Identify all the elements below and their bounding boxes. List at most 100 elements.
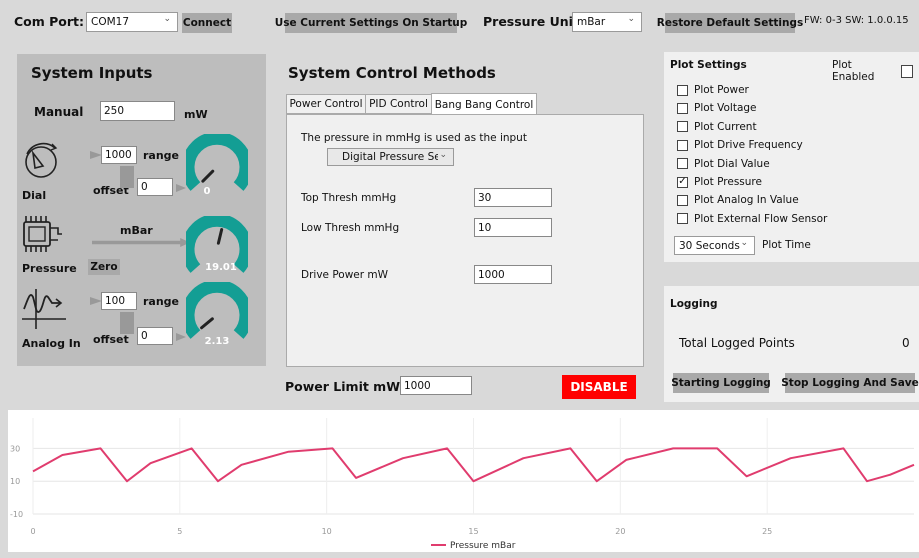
- plot-option-row[interactable]: Plot Voltage: [677, 102, 757, 114]
- plot-option-checkbox[interactable]: [677, 158, 688, 170]
- tab-bang-bang-control[interactable]: Bang Bang Control: [431, 93, 537, 115]
- input-description: The pressure in mmHg is used as the inpu…: [301, 132, 527, 144]
- tab-pid-control[interactable]: PID Control: [365, 94, 432, 114]
- chart-plot-area: 30 10 -10 0 5 10 15 20 25 Pressure mBar: [10, 418, 915, 551]
- legend-label: Pressure mBar: [450, 541, 516, 551]
- start-logging-button[interactable]: Starting Logging: [671, 373, 771, 393]
- plot-enabled-toggle[interactable]: Plot Enabled: [832, 59, 919, 83]
- disable-button[interactable]: DISABLE: [562, 375, 636, 399]
- plot-option-row[interactable]: ✓ Plot Pressure: [677, 176, 762, 188]
- plot-option-label: Plot Power: [694, 84, 749, 96]
- plot-option-row[interactable]: Plot Analog In Value: [677, 194, 799, 206]
- pressure-gauge: [186, 216, 248, 273]
- connect-button[interactable]: Connect: [182, 13, 232, 33]
- analog-range-label: range: [143, 295, 180, 308]
- plot-enabled-label: Plot Enabled: [832, 59, 875, 83]
- plot-settings-title: Plot Settings: [670, 59, 747, 71]
- plot-option-label: Plot Current: [694, 120, 757, 133]
- chevron-down-icon: ⌄: [163, 14, 171, 24]
- plot-option-checkbox[interactable]: [677, 84, 688, 96]
- low-thresh-label: Low Thresh mmHg: [301, 222, 400, 234]
- plot-option-checkbox[interactable]: [677, 121, 688, 133]
- pressure-chart: 30 10 -10 0 5 10 15 20 25 Pressure mBar: [8, 410, 919, 552]
- restore-defaults-button[interactable]: Restore Default Settings: [657, 13, 803, 33]
- plot-option-label: Plot Dial Value: [694, 157, 770, 170]
- plot-option-row[interactable]: Plot External Flow Sensor: [677, 213, 827, 225]
- total-logged-value: 0: [902, 336, 910, 350]
- analog-range-input[interactable]: 100: [101, 292, 137, 310]
- com-port-value: COM17: [91, 16, 130, 28]
- dial-range-input[interactable]: 1000: [101, 146, 137, 164]
- plot-option-checkbox[interactable]: [677, 139, 688, 151]
- plot-option-label: Plot Voltage: [694, 102, 757, 115]
- plot-option-row[interactable]: Plot Current: [677, 121, 757, 133]
- plot-option-label: Plot Drive Frequency: [694, 139, 803, 152]
- zero-button[interactable]: Zero: [88, 259, 120, 275]
- plot-option-row[interactable]: Plot Power: [677, 84, 749, 96]
- x-tick-label: 5: [177, 527, 182, 536]
- firmware-software-version: FW: 0-3 SW: 1.0.0.15: [804, 15, 909, 26]
- dial-gauge-value: 0: [203, 186, 211, 197]
- plot-option-row[interactable]: Plot Dial Value: [677, 158, 770, 170]
- pressure-unit-value: mBar: [577, 16, 606, 28]
- analog-in-label: Analog In: [22, 337, 81, 350]
- manual-label: Manual: [34, 105, 84, 119]
- pressure-unit-label: Pressure Unit: [483, 14, 579, 29]
- logging-title: Logging: [670, 298, 718, 310]
- stop-logging-save-button[interactable]: Stop Logging And Save: [781, 373, 919, 393]
- dial-range-label: range: [143, 149, 180, 162]
- plot-option-label: Plot Analog In Value: [694, 194, 799, 207]
- power-limit-label: Power Limit mW: [285, 379, 400, 394]
- chevron-down-icon: ⌄: [627, 14, 635, 24]
- x-tick-label: 10: [322, 527, 332, 536]
- control-methods-title: System Control Methods: [288, 64, 496, 82]
- pressure-unit-select[interactable]: mBar ⌄: [572, 12, 642, 32]
- power-limit-input[interactable]: 1000: [400, 376, 472, 395]
- drive-power-input[interactable]: 1000: [474, 265, 552, 284]
- manual-unit: mW: [184, 108, 208, 121]
- y-tick-label: 10: [10, 477, 20, 486]
- x-tick-label: 15: [468, 527, 478, 536]
- y-tick-label: 30: [10, 444, 20, 453]
- x-tick-label: 20: [615, 527, 625, 536]
- top-thresh-input[interactable]: 30: [474, 188, 552, 207]
- manual-input[interactable]: 250: [100, 101, 175, 121]
- pressure-gauge-value: 19.01: [205, 262, 237, 273]
- plot-enabled-checkbox[interactable]: [900, 64, 913, 78]
- sensor-select[interactable]: Digital Pressure Sensor ⌄: [327, 148, 454, 166]
- system-inputs-title: System Inputs: [31, 64, 153, 82]
- low-thresh-input[interactable]: 10: [474, 218, 552, 237]
- sensor-select-value: Digital Pressure Sensor: [342, 151, 438, 163]
- y-tick-label: -10: [10, 510, 23, 519]
- pressure-label: Pressure: [22, 262, 77, 275]
- top-thresh-label: Top Thresh mmHg: [301, 192, 397, 204]
- use-current-settings-button[interactable]: Use Current Settings On Startup: [275, 13, 467, 33]
- dial-offset-input[interactable]: 0: [137, 178, 173, 196]
- plot-option-row[interactable]: Plot Drive Frequency: [677, 139, 803, 151]
- chevron-down-icon: ⌄: [439, 150, 447, 160]
- chevron-down-icon: ⌄: [740, 238, 748, 248]
- total-logged-label: Total Logged Points: [679, 336, 795, 350]
- tab-power-control[interactable]: Power Control: [286, 94, 366, 114]
- analog-gauge-value: 2.13: [204, 336, 230, 347]
- dial-label: Dial: [22, 189, 47, 202]
- plot-option-checkbox[interactable]: [677, 102, 688, 114]
- plot-time-select[interactable]: 30 Seconds ⌄: [674, 236, 755, 255]
- connector-bar: [120, 312, 134, 334]
- x-tick-label: 25: [762, 527, 772, 536]
- com-port-select[interactable]: COM17 ⌄: [86, 12, 178, 32]
- connector-bar: [120, 166, 134, 188]
- plot-option-checkbox[interactable]: ✓: [677, 176, 688, 188]
- plot-option-label: Plot Pressure: [694, 176, 762, 188]
- plot-time-label: Plot Time: [762, 239, 811, 251]
- analog-offset-input[interactable]: 0: [137, 327, 173, 345]
- x-tick-label: 0: [30, 527, 35, 536]
- plot-option-label: Plot External Flow Sensor: [694, 212, 828, 225]
- pressure-sensor-icon: [23, 216, 62, 252]
- pressure-unit-text: mBar: [120, 224, 153, 237]
- plot-option-checkbox[interactable]: [677, 213, 688, 225]
- dial-icon: [25, 142, 58, 178]
- plot-option-checkbox[interactable]: [677, 194, 688, 206]
- com-port-label: Com Port:: [14, 14, 85, 29]
- analog-offset-label: offset: [93, 333, 129, 346]
